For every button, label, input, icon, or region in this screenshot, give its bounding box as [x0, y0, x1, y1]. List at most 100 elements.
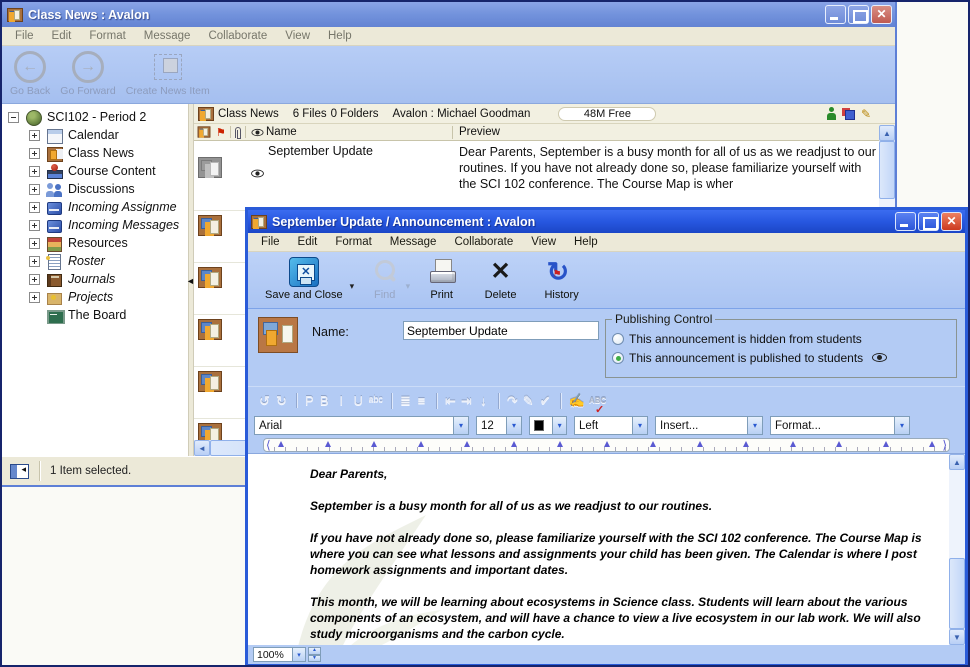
menu-item[interactable]: View: [276, 28, 319, 44]
zoom-dropdown-icon[interactable]: [293, 647, 306, 662]
attachment-column-icon[interactable]: [235, 127, 241, 138]
name-input[interactable]: [403, 321, 599, 340]
tab-stop-icon[interactable]: [557, 441, 563, 447]
spellcheck-icon[interactable]: ABC: [587, 396, 608, 405]
go-forward-button[interactable]: Go Forward: [60, 51, 115, 97]
tree-item[interactable]: Discussions: [2, 180, 188, 198]
tree-item[interactable]: Class News: [2, 144, 188, 162]
indent-decrease-icon[interactable]: ⇤: [436, 393, 458, 409]
publishing-option[interactable]: This announcement is published to studen…: [612, 348, 950, 367]
person-icon[interactable]: [827, 107, 836, 120]
bullet-list-icon[interactable]: ≡: [413, 393, 430, 408]
menu-item[interactable]: File: [6, 28, 43, 44]
chevron-down-icon[interactable]: [552, 417, 566, 434]
create-news-item-button[interactable]: Create News Item: [126, 51, 210, 97]
expand-icon[interactable]: [29, 130, 40, 141]
go-back-button[interactable]: Go Back: [10, 51, 50, 97]
chevron-down-icon[interactable]: [894, 417, 909, 434]
menu-item[interactable]: Help: [319, 28, 361, 44]
expand-icon[interactable]: [29, 184, 40, 195]
zoom-spinner[interactable]: ▲▼: [308, 647, 321, 662]
close-button[interactable]: [871, 5, 892, 24]
redo-icon[interactable]: ↻: [273, 393, 290, 409]
chevron-down-icon[interactable]: [506, 417, 521, 434]
menu-item[interactable]: Help: [565, 234, 607, 250]
tab-stop-icon[interactable]: [325, 441, 331, 447]
flag-column-icon[interactable]: [216, 126, 226, 139]
insert-select[interactable]: Insert...: [655, 416, 763, 435]
radio-icon[interactable]: [612, 333, 624, 345]
tree-item[interactable]: Journals: [2, 270, 188, 288]
menu-item[interactable]: Message: [381, 234, 446, 250]
menu-item[interactable]: Message: [135, 28, 200, 44]
tree-item-root[interactable]: SCI102 - Period 2: [2, 108, 188, 126]
item-type-column-icon[interactable]: [198, 126, 211, 137]
tab-stop-icon[interactable]: [371, 441, 377, 447]
menu-item[interactable]: Edit: [289, 234, 327, 250]
document-body[interactable]: Dear Parents,September is a busy month f…: [248, 454, 949, 645]
tab-stop-icon[interactable]: [836, 441, 842, 447]
find-button[interactable]: Find: [364, 256, 406, 301]
format-select[interactable]: Format...: [770, 416, 910, 435]
tab-stop-icon[interactable]: [418, 441, 424, 447]
message-editor[interactable]: Dear Parents,September is a busy month f…: [248, 453, 965, 645]
layers-icon[interactable]: [842, 108, 855, 120]
expand-icon[interactable]: [29, 148, 40, 159]
numbered-list-icon[interactable]: ≣: [391, 393, 413, 409]
indent-increase-icon[interactable]: ⇥: [458, 393, 475, 409]
menu-item[interactable]: Collaborate: [445, 234, 522, 250]
maximize-button[interactable]: [848, 5, 869, 24]
column-divider[interactable]: [452, 126, 453, 139]
expand-icon[interactable]: [29, 256, 40, 267]
back-window-titlebar[interactable]: Class News : Avalon: [2, 2, 895, 27]
scrollbar-track[interactable]: [949, 470, 965, 558]
zoom-level[interactable]: 100%: [253, 647, 293, 662]
accept-icon[interactable]: ✔: [537, 393, 554, 409]
rotate-icon[interactable]: ↷: [498, 393, 520, 409]
expand-icon[interactable]: [29, 274, 40, 285]
signature-icon[interactable]: ✍: [560, 393, 587, 409]
collapse-icon[interactable]: [8, 112, 19, 123]
expand-icon[interactable]: [29, 220, 40, 231]
tab-stop-icon[interactable]: [743, 441, 749, 447]
font-size-select[interactable]: 12: [476, 416, 522, 435]
tree-item[interactable]: Course Content: [2, 162, 188, 180]
underline-icon[interactable]: U: [350, 393, 367, 408]
tab-stop-icon[interactable]: [929, 441, 935, 447]
menu-item[interactable]: Format: [326, 234, 380, 250]
tree-item[interactable]: Incoming Assignme: [2, 198, 188, 216]
expand-icon[interactable]: [29, 292, 40, 303]
minimize-button[interactable]: [895, 212, 916, 231]
paragraph-icon[interactable]: P: [296, 393, 316, 408]
scroll-up-icon[interactable]: ▲: [949, 454, 965, 470]
maximize-button[interactable]: [918, 212, 939, 231]
eye-column-icon[interactable]: [251, 128, 263, 135]
tree-item[interactable]: The Board: [2, 306, 188, 324]
radio-icon[interactable]: [612, 352, 624, 364]
menu-item[interactable]: File: [252, 234, 289, 250]
scrollbar-thumb[interactable]: [949, 558, 965, 629]
tree-item[interactable]: Projects: [2, 288, 188, 306]
bold-icon[interactable]: B: [316, 393, 333, 408]
save-and-close-button[interactable]: Save and Close: [258, 256, 350, 301]
ruler-tabs[interactable]: [263, 438, 950, 452]
panel-toggle-icon[interactable]: [10, 464, 29, 479]
expand-icon[interactable]: [29, 166, 40, 177]
delete-button[interactable]: Delete: [478, 256, 524, 301]
name-column-header[interactable]: Name: [266, 126, 297, 138]
tab-stop-icon[interactable]: [278, 441, 284, 447]
tab-stop-icon[interactable]: [790, 441, 796, 447]
scrollbar-thumb[interactable]: [879, 141, 895, 199]
chevron-down-icon[interactable]: [747, 417, 762, 434]
minimize-button[interactable]: [825, 5, 846, 24]
tree-item[interactable]: Resources: [2, 234, 188, 252]
alignment-select[interactable]: Left: [574, 416, 648, 435]
tab-stop-icon[interactable]: [883, 441, 889, 447]
case-icon[interactable]: ᵃᵇᶜ: [367, 393, 385, 408]
expand-icon[interactable]: [29, 202, 40, 213]
tab-stop-icon[interactable]: [650, 441, 656, 447]
tree-item[interactable]: Roster: [2, 252, 188, 270]
front-window-titlebar[interactable]: September Update / Announcement : Avalon: [248, 210, 965, 233]
tree-item[interactable]: Calendar: [2, 126, 188, 144]
draw-icon[interactable]: ✎: [520, 393, 537, 409]
